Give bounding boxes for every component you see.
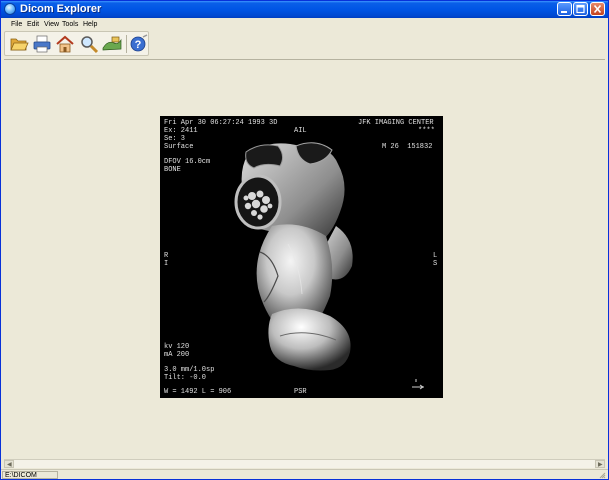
svg-text:?: ? [135,39,142,51]
home-icon [56,35,74,53]
overlay-patient-info: M 26 151832 [382,143,433,151]
main-window: Dicom Explorer File Edit View Tools Help [0,0,609,480]
network-button[interactable] [102,34,122,54]
app-icon [4,3,16,15]
title-bar[interactable]: Dicom Explorer [1,1,608,18]
overlay-patient-name: **** [418,127,435,135]
close-icon [593,4,602,14]
overlay-right-marker: L S [433,252,438,268]
scroll-right-icon: ▶ [598,462,603,468]
print-button[interactable] [32,34,52,54]
scroll-right-button[interactable]: ▶ [595,460,605,468]
home-button[interactable] [55,34,75,54]
toolbar: ? [4,31,149,56]
menu-file[interactable]: File [11,19,22,30]
overlay-kernel: BONE [164,166,181,174]
image-area[interactable]: Fri Apr 30 06:27:24 1993 3D Ex: 2411 Se:… [4,59,605,459]
overlay-tilt: Tilt: -0.0 [164,374,207,382]
magnifier-icon [81,36,99,54]
window-title: Dicom Explorer [20,3,102,15]
scroll-left-icon: ◀ [7,462,12,468]
close-button[interactable] [590,2,605,16]
maximize-button[interactable] [573,2,588,16]
dicom-image-viewer[interactable]: Fri Apr 30 06:27:24 1993 3D Ex: 2411 Se:… [160,116,443,398]
overlay-institution: JFK IMAGING CENTER [358,119,434,127]
toolbar-separator [126,35,127,53]
menu-edit[interactable]: Edit [27,19,39,30]
overlay-exam: Ex: 2411 [164,127,198,135]
maximize-icon [576,4,585,14]
scroll-left-button[interactable]: ◀ [4,460,14,468]
status-path: E:\DICOM [5,472,37,479]
horizontal-scrollbar[interactable]: ◀ ▶ [4,459,605,468]
open-button[interactable] [9,34,29,54]
overlay-thickness: 3.0 mm/1.0sp [164,366,215,374]
status-pane-path: E:\DICOM [2,471,58,479]
print-icon [33,35,51,53]
menu-bar: File Edit View Tools Help [1,18,608,31]
overlay-mode: Surface [164,143,194,151]
status-bar: E:\DICOM [1,469,608,479]
overlay-left-marker: R I [164,252,169,268]
overlay-orientation-bottom: PSR [294,388,307,396]
overlay-series: Se: 3 [164,135,186,143]
menu-help[interactable]: Help [83,19,97,30]
overlay-orientation-top: AIL [294,127,307,135]
help-button[interactable]: ? [129,34,149,54]
open-folder-icon [10,38,29,51]
scale-marker-icon [412,379,424,390]
overlay-dfov: DFOV 16.0cm [164,158,211,166]
network-icon [102,36,122,51]
overlay-ma: mA 200 [164,351,190,359]
overlay-window-level: W = 1492 L = 906 [164,388,232,396]
menu-tools[interactable]: Tools [62,19,78,30]
overlay-date: Fri Apr 30 06:27:24 1993 3D [164,119,278,127]
overlay-kv: kv 120 [164,343,190,351]
help-icon: ? [130,34,148,52]
minimize-icon [561,11,567,13]
search-button[interactable] [79,34,99,54]
minimize-button[interactable] [557,2,572,16]
menu-view[interactable]: View [44,19,59,30]
resize-grip-icon[interactable] [598,471,606,479]
